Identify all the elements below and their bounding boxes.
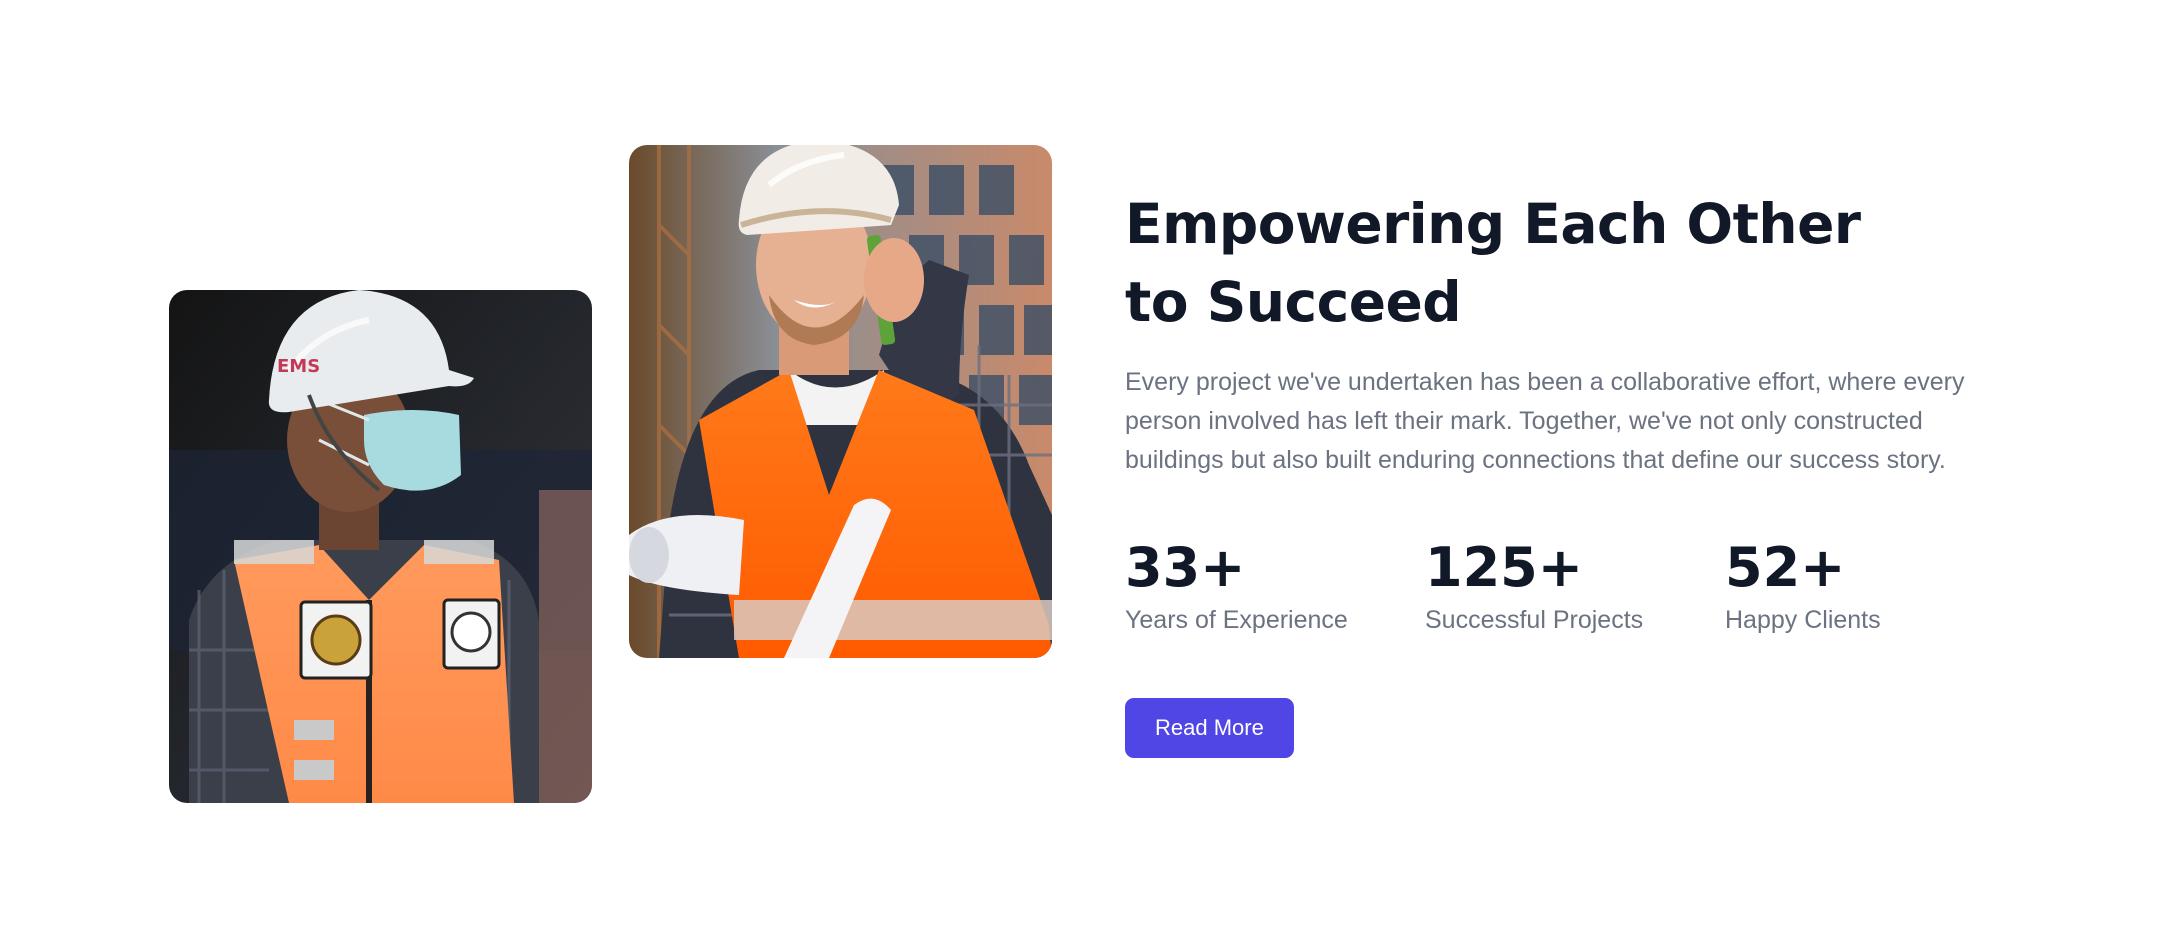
stat-projects: 125+ Successful Projects xyxy=(1425,538,1725,636)
stat-value: 125+ xyxy=(1425,536,1583,599)
stat-value: 33+ xyxy=(1125,536,1246,599)
stat-experience: 33+ Years of Experience xyxy=(1125,538,1425,636)
worker-with-mask-photo: EMS xyxy=(169,290,592,803)
stat-value: 52+ xyxy=(1725,536,1846,599)
svg-text:EMS: EMS xyxy=(277,356,320,377)
section-heading: Empowering Each Other to Succeed xyxy=(1125,192,1861,334)
worker-on-phone-photo xyxy=(629,145,1052,658)
stat-clients: 52+ Happy Clients xyxy=(1725,538,2025,636)
stat-label: Successful Projects xyxy=(1425,606,1644,634)
read-more-button[interactable]: Read More xyxy=(1125,698,1294,758)
about-section: EMS Empowering Each Other to Succeed Eve… xyxy=(0,0,2160,942)
section-description: Every project we've undertaken has been … xyxy=(1125,368,1965,474)
stat-label: Years of Experience xyxy=(1125,606,1348,634)
content-column: Empowering Each Other to Succeed Every p… xyxy=(1125,185,2025,758)
stat-label: Happy Clients xyxy=(1725,606,1881,634)
stats-row: 33+ Years of Experience 125+ Successful … xyxy=(1125,538,2025,636)
